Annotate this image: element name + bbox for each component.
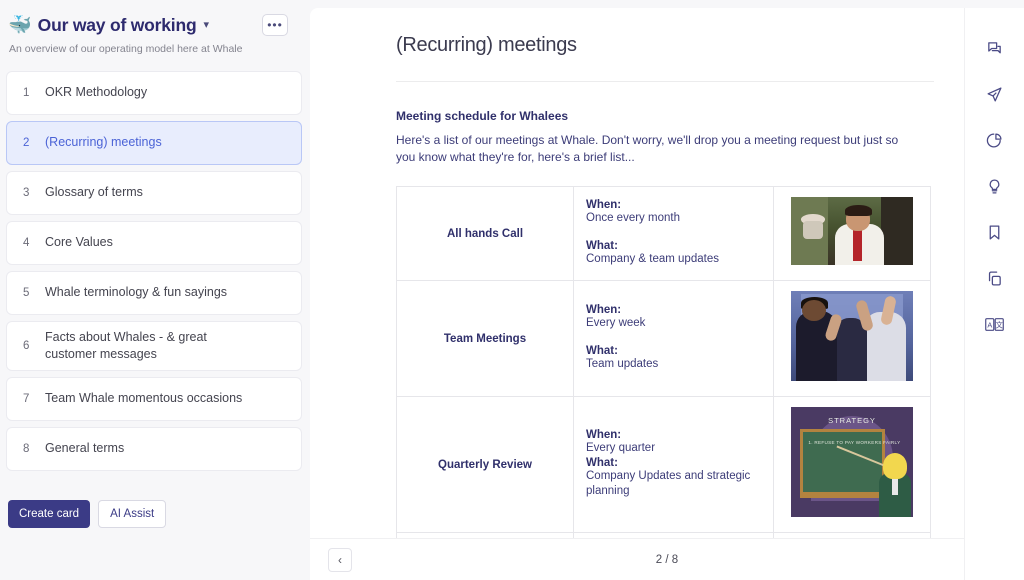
more-options-button[interactable]: ••• [262, 14, 288, 36]
item-number: 4 [23, 237, 45, 249]
item-label: Glossary of terms [45, 184, 143, 201]
meeting-name-cell: All hands Call [397, 186, 574, 280]
item-number: 7 [23, 393, 45, 405]
right-toolbar: A 文 [964, 8, 1024, 580]
chevron-down-icon[interactable]: ▾ [203, 18, 209, 31]
when-label: When: [586, 429, 761, 441]
document-body: (Recurring) meetings Meeting schedule fo… [310, 8, 964, 538]
what-value: Company Updates and strategic planning [586, 469, 761, 500]
item-label: (Recurring) meetings [45, 134, 162, 151]
sidebar-item-8[interactable]: 8 General terms [6, 427, 302, 471]
table-row: All hands Call When: Once every month Wh… [397, 186, 931, 280]
when-label: When: [586, 199, 761, 211]
sidebar-item-5[interactable]: 5 Whale terminology & fun sayings [6, 271, 302, 315]
meeting-image-cell [774, 186, 931, 280]
meeting-detail-cell: When: Once every month What: Company & t… [574, 186, 774, 280]
sidebar-item-4[interactable]: 4 Core Values [6, 221, 302, 265]
meeting-name: All hands Call [447, 228, 523, 240]
meeting-image-cell [774, 280, 931, 396]
table-row: Team Meetings When: Every week What: Tea… [397, 280, 931, 396]
meeting-name: Team Meetings [444, 333, 526, 345]
title-divider [396, 81, 934, 82]
item-label: Core Values [45, 234, 113, 251]
what-label: What: [586, 457, 761, 469]
meeting-name-cell: Quarterly Review [397, 396, 574, 532]
mr-burns-strategy-chalkboard-image: STRATEGY 1. REFUSE TO PAY WORKERS FAIRLY [791, 407, 913, 517]
when-value: Every quarter [586, 441, 761, 457]
meeting-name-cell: Team Meetings [397, 280, 574, 396]
page-indicator: 2 / 8 [352, 554, 982, 566]
item-label: General terms [45, 440, 124, 457]
meeting-name: Quarterly Review [438, 459, 532, 471]
when-value: Every week [586, 316, 761, 332]
item-number: 8 [23, 443, 45, 455]
item-number: 3 [23, 187, 45, 199]
pagination-bar: ‹ 2 / 8 › [310, 538, 1024, 580]
what-label: What: [586, 345, 761, 357]
what-label: What: [586, 240, 761, 252]
ai-assist-button[interactable]: AI Assist [98, 500, 166, 528]
man-in-white-shirt-red-tie-image [791, 197, 913, 265]
translate-icon[interactable]: A 文 [981, 310, 1009, 338]
item-label: OKR Methodology [45, 84, 147, 101]
chalkboard-line: 1. REFUSE TO PAY WORKERS FAIRLY [798, 440, 910, 447]
comments-icon[interactable] [981, 34, 1009, 62]
bookmark-icon[interactable] [981, 218, 1009, 246]
sidebar-actions: Create card AI Assist [8, 500, 166, 528]
lightbulb-icon[interactable] [981, 172, 1009, 200]
meeting-detail-cell: When: Every quarter What: Company Update… [574, 396, 774, 532]
item-label: Facts about Whales - & great customer me… [45, 329, 215, 363]
copy-icon[interactable] [981, 264, 1009, 292]
sidebar: 🐳 Our way of working ▾ ••• An overview o… [0, 0, 310, 580]
document-title: (Recurring) meetings [396, 34, 934, 57]
table-row: Quarterly Review When: Every quarter Wha… [397, 396, 931, 532]
sidebar-subtitle: An overview of our operating model here … [0, 36, 310, 57]
meeting-schedule-table: All hands Call When: Once every month Wh… [396, 186, 931, 538]
when-label: When: [586, 304, 761, 316]
item-number: 2 [23, 137, 45, 149]
sidebar-header: 🐳 Our way of working ▾ ••• [0, 10, 310, 36]
pie-chart-icon[interactable] [981, 126, 1009, 154]
page-title: Our way of working [38, 15, 197, 36]
what-value: Company & team updates [586, 252, 761, 268]
meeting-image-cell: STRATEGY 1. REFUSE TO PAY WORKERS FAIRLY [774, 396, 931, 532]
main-panel: (Recurring) meetings Meeting schedule fo… [310, 8, 1024, 580]
sidebar-item-6[interactable]: 6 Facts about Whales - & great customer … [6, 321, 302, 371]
item-number: 5 [23, 287, 45, 299]
svg-text:文: 文 [996, 320, 1004, 329]
sidebar-item-2[interactable]: 2 (Recurring) meetings [6, 121, 302, 165]
item-number: 6 [23, 340, 45, 352]
create-card-button[interactable]: Create card [8, 500, 90, 528]
section-heading: Meeting schedule for Whalees [396, 109, 934, 123]
sidebar-item-3[interactable]: 3 Glossary of terms [6, 171, 302, 215]
send-icon[interactable] [981, 80, 1009, 108]
card-list: 1 OKR Methodology 2 (Recurring) meetings… [0, 71, 310, 471]
section-body: Here's a list of our meetings at Whale. … [396, 132, 914, 167]
meeting-detail-cell: When: Every week What: Team updates [574, 280, 774, 396]
previous-page-button[interactable]: ‹ [328, 548, 352, 572]
what-value: Team updates [586, 357, 761, 373]
when-value: Once every month [586, 211, 761, 227]
chalkboard-title: STRATEGY [791, 416, 913, 425]
whale-icon: 🐳 [8, 16, 32, 35]
svg-text:A: A [987, 320, 992, 329]
app-root: 🐳 Our way of working ▾ ••• An overview o… [0, 0, 1024, 580]
sidebar-item-1[interactable]: 1 OKR Methodology [6, 71, 302, 115]
office-high-five-image [791, 291, 913, 381]
item-label: Whale terminology & fun sayings [45, 284, 227, 301]
item-label: Team Whale momentous occasions [45, 390, 242, 407]
item-number: 1 [23, 87, 45, 99]
sidebar-item-7[interactable]: 7 Team Whale momentous occasions [6, 377, 302, 421]
